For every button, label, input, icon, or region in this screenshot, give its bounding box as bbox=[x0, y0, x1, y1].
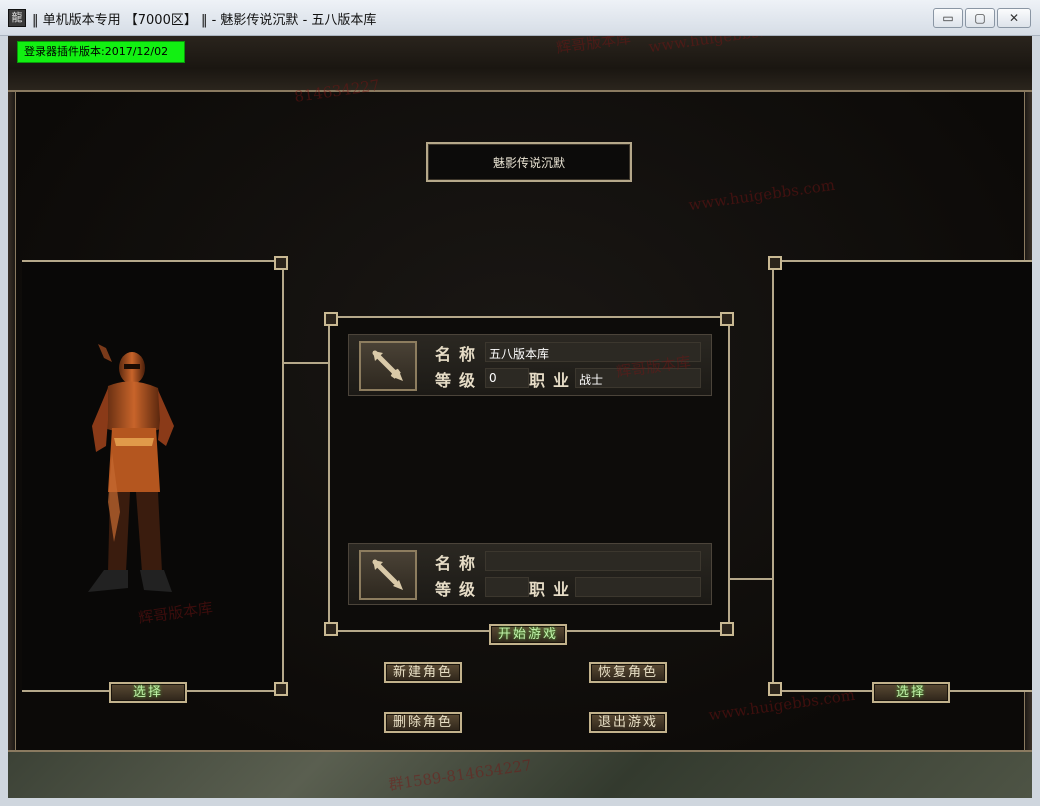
corner-ornament bbox=[324, 312, 338, 326]
name-field bbox=[485, 551, 701, 571]
game-window: 龍 ‖ 单机版本专用 【7000区】 ‖ - 魅影传说沉默 - 五八版本库 ▭ … bbox=[0, 0, 1040, 806]
exit-game-button[interactable]: 退出游戏 bbox=[589, 712, 667, 733]
corner-ornament bbox=[274, 256, 288, 270]
job-label: 职业 bbox=[529, 371, 578, 390]
close-button[interactable]: ✕ bbox=[997, 8, 1031, 28]
corner-ornament bbox=[768, 682, 782, 696]
level-field bbox=[485, 577, 529, 597]
character-slot-1[interactable]: 名称 五八版本库 等级 0 职业 战士 bbox=[348, 334, 712, 396]
start-game-button[interactable]: 开始游戏 bbox=[489, 624, 567, 645]
select-left-button[interactable]: 选择 bbox=[109, 682, 187, 703]
connector-line bbox=[730, 578, 774, 580]
warrior-character-sprite[interactable] bbox=[74, 342, 184, 604]
level-value: 0 bbox=[489, 371, 497, 385]
name-value: 五八版本库 bbox=[489, 347, 550, 361]
delete-character-button[interactable]: 删除角色 bbox=[384, 712, 462, 733]
app-icon: 龍 bbox=[8, 9, 26, 27]
character-display-right[interactable] bbox=[768, 256, 1032, 696]
close-icon: ✕ bbox=[1008, 11, 1020, 25]
sword-icon bbox=[359, 550, 417, 600]
frame-bottom bbox=[8, 750, 1032, 798]
window-title: ‖ 单机版本专用 【7000区】 ‖ - 魅影传说沉默 - 五八版本库 bbox=[32, 13, 377, 28]
restore-character-button[interactable]: 恢复角色 bbox=[589, 662, 667, 683]
level-label: 等级 bbox=[435, 371, 484, 390]
server-name-box: 魅影传说沉默 bbox=[426, 142, 632, 182]
game-canvas: 登录器插件版本:2017/12/02 魅影传说沉默 名称 五八版本库 等级 0 … bbox=[8, 36, 1032, 798]
sword-icon bbox=[359, 341, 417, 391]
frame-left bbox=[8, 92, 16, 750]
maximize-button[interactable]: ▢ bbox=[965, 8, 995, 28]
title-bar[interactable]: 龍 ‖ 单机版本专用 【7000区】 ‖ - 魅影传说沉默 - 五八版本库 ▭ … bbox=[0, 0, 1040, 36]
job-value: 战士 bbox=[579, 373, 604, 387]
corner-ornament bbox=[768, 256, 782, 270]
corner-ornament bbox=[324, 622, 338, 636]
launcher-version-badge: 登录器插件版本:2017/12/02 bbox=[17, 41, 185, 63]
level-label: 等级 bbox=[435, 580, 484, 599]
job-field bbox=[575, 577, 701, 597]
select-right-button[interactable]: 选择 bbox=[872, 682, 950, 703]
character-slot-2[interactable]: 名称 等级 职业 bbox=[348, 543, 712, 605]
job-label: 职业 bbox=[529, 580, 578, 599]
corner-ornament bbox=[720, 622, 734, 636]
character-list-panel: 名称 五八版本库 等级 0 职业 战士 名称 等级 职业 bbox=[324, 312, 734, 636]
name-label: 名称 bbox=[435, 345, 484, 364]
name-label: 名称 bbox=[435, 554, 484, 573]
select-stage: 魅影传说沉默 名称 五八版本库 等级 0 职业 战士 名称 等级 职业 开始游戏… bbox=[16, 92, 1032, 750]
corner-ornament bbox=[274, 682, 288, 696]
new-character-button[interactable]: 新建角色 bbox=[384, 662, 462, 683]
maximize-icon: ▢ bbox=[974, 11, 986, 25]
corner-ornament bbox=[720, 312, 734, 326]
minimize-icon: ▭ bbox=[942, 11, 954, 25]
server-name: 魅影传说沉默 bbox=[492, 156, 565, 170]
minimize-button[interactable]: ▭ bbox=[933, 8, 963, 28]
connector-line bbox=[284, 362, 330, 364]
